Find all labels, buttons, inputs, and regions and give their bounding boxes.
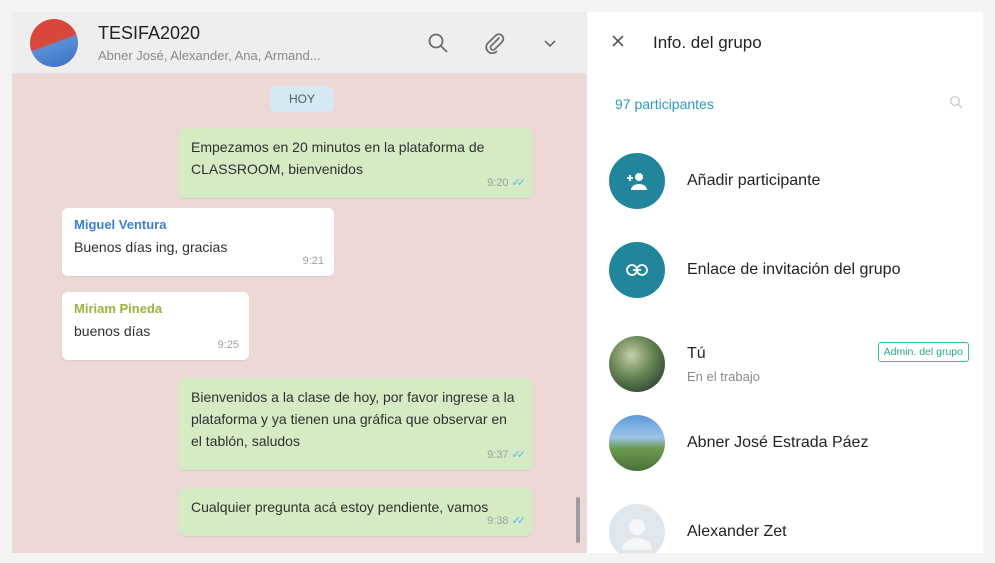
message-sender[interactable]: Miguel Ventura	[74, 216, 322, 234]
chat-header[interactable]: TESIFA2020 Abner José, Alexander, Ana, A…	[12, 12, 587, 74]
message-sender[interactable]: Miriam Pineda	[74, 300, 237, 318]
message-list[interactable]: HOY Empezamos en 20 minutos en la plataf…	[12, 74, 587, 553]
message-text: buenos días	[74, 323, 151, 339]
message-meta: 9:25	[218, 334, 239, 356]
message-bubble[interactable]: Miguel Ventura Buenos días ing, gracias …	[62, 208, 334, 276]
participant-name: Tú	[687, 344, 706, 362]
invite-link-label-wrap: Enlace de invitación del grupo	[687, 261, 900, 279]
group-info-pane: Info. del grupo 97 participantes Añadir …	[587, 12, 983, 553]
participant-text: Tú En el trabajo	[687, 345, 760, 384]
message-time: 9:21	[302, 255, 324, 267]
group-members: Abner José, Alexander, Ana, Armand...	[98, 47, 321, 63]
participants-count: 97 participantes	[615, 96, 714, 112]
group-name: TESIFA2020	[98, 22, 201, 43]
message-time: 9:37	[487, 449, 509, 461]
message-time: 9:25	[217, 339, 239, 351]
participant-status: En el trabajo	[687, 368, 760, 384]
day-separator: HOY	[270, 86, 334, 112]
chat-header-text[interactable]: TESIFA2020 Abner José, Alexander, Ana, A…	[98, 23, 423, 63]
message-meta: 9:20 ✓✓	[487, 172, 527, 194]
admin-badge: Admin. del grupo	[877, 342, 969, 362]
message-bubble[interactable]: Miriam Pineda buenos días 9:25	[62, 292, 249, 360]
whatsapp-window: TESIFA2020 Abner José, Alexander, Ana, A…	[12, 12, 983, 553]
participant-row[interactable]: Abner José Estrada Páez	[587, 415, 983, 471]
scrollbar[interactable]	[576, 497, 580, 543]
avatar	[609, 336, 665, 392]
participant-name: Abner José Estrada Páez	[687, 434, 869, 451]
attach-icon[interactable]	[479, 28, 509, 58]
message-meta: 9:21	[303, 250, 324, 272]
chevron-down-icon[interactable]	[535, 28, 565, 58]
participant-row[interactable]: Alexander Zet	[587, 504, 983, 553]
message-text: Bienvenidos a la clase de hoy, por favor…	[191, 389, 515, 449]
participants-header: 97 participantes	[587, 74, 983, 134]
read-ticks-icon: ✓✓	[511, 177, 527, 189]
header-icons	[423, 28, 565, 58]
participant-text: Alexander Zet	[687, 523, 787, 541]
message-text: Empezamos en 20 minutos en la plataforma…	[191, 139, 485, 177]
invite-link-button[interactable]: Enlace de invitación del grupo	[587, 242, 983, 298]
info-header: Info. del grupo	[587, 12, 983, 74]
link-icon	[609, 242, 665, 298]
participant-row[interactable]: Tú En el trabajo Admin. del grupo	[587, 336, 983, 392]
message-meta: 9:38 ✓✓	[487, 510, 527, 532]
message-bubble[interactable]: Cualquier pregunta acá estoy pendiente, …	[179, 488, 532, 536]
read-ticks-icon: ✓✓	[511, 449, 527, 461]
avatar	[609, 415, 665, 471]
add-person-icon	[609, 153, 665, 209]
info-title: Info. del grupo	[653, 33, 762, 52]
read-ticks-icon: ✓✓	[511, 515, 527, 527]
add-participant-label: Añadir participante	[687, 172, 821, 189]
add-participant-button[interactable]: Añadir participante	[587, 153, 983, 209]
add-participant-label-wrap: Añadir participante	[687, 172, 820, 190]
avatar	[609, 504, 665, 553]
participant-text: Abner José Estrada Páez	[687, 434, 868, 452]
search-icon[interactable]	[423, 28, 453, 58]
message-time: 9:20	[487, 177, 509, 189]
message-time: 9:38	[487, 515, 509, 527]
close-icon[interactable]	[611, 34, 625, 53]
message-text: Buenos días ing, gracias	[74, 239, 228, 255]
invite-link-label: Enlace de invitación del grupo	[687, 261, 901, 278]
group-avatar[interactable]	[30, 18, 78, 67]
message-bubble[interactable]: Bienvenidos a la clase de hoy, por favor…	[179, 378, 532, 470]
message-bubble[interactable]: Empezamos en 20 minutos en la plataforma…	[179, 128, 532, 198]
message-meta: 9:37 ✓✓	[487, 444, 527, 466]
chat-pane: TESIFA2020 Abner José, Alexander, Ana, A…	[12, 12, 587, 553]
search-participants-icon[interactable]	[949, 95, 963, 114]
message-text: Cualquier pregunta acá estoy pendiente, …	[191, 499, 489, 515]
participant-name: Alexander Zet	[687, 523, 787, 540]
